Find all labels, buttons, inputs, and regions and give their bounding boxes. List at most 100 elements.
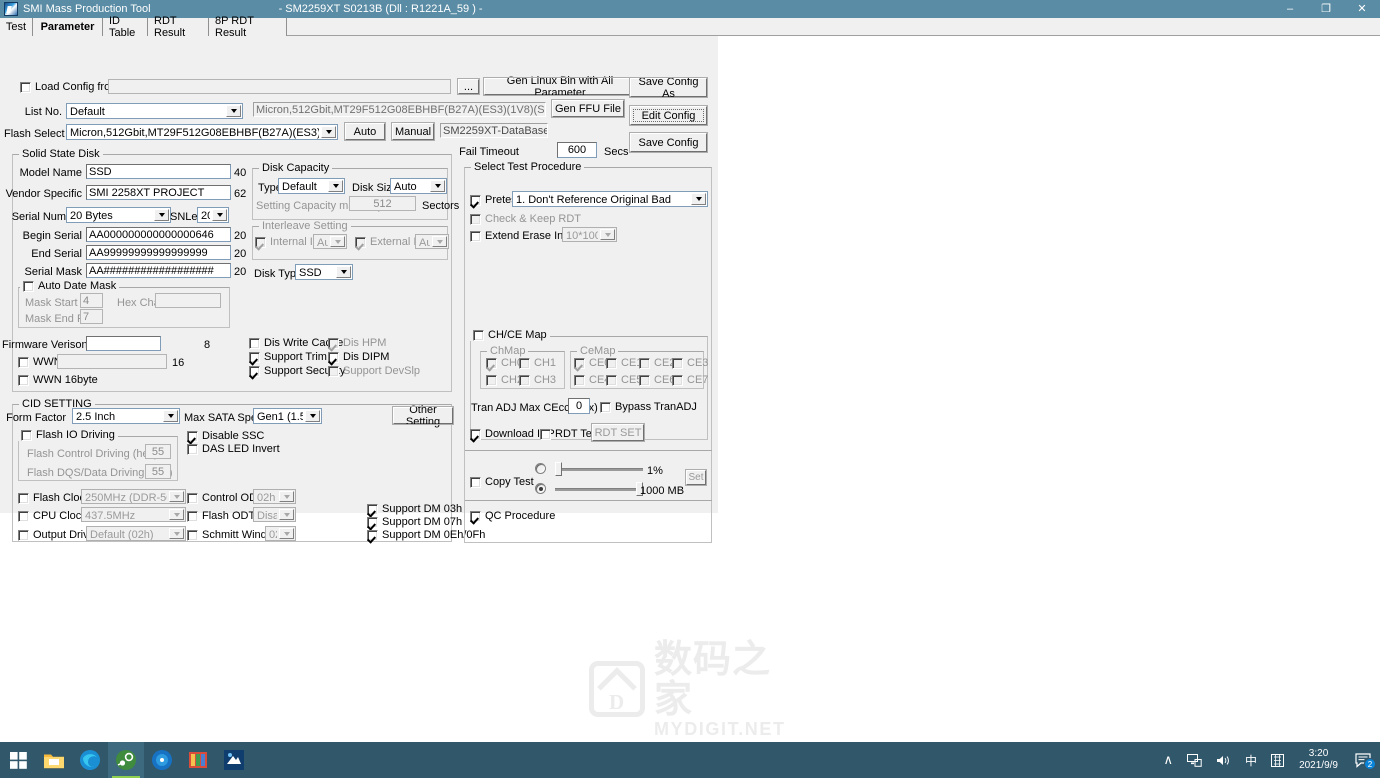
disk-type-select[interactable]: SSD	[295, 264, 353, 280]
flash-dqs-driving-input[interactable]: 55	[145, 464, 171, 479]
max-sata-speed-select[interactable]: Gen1 (1.5Gb)	[253, 408, 322, 424]
check-keep-rdt-checkbox[interactable]: Check & Keep RDT	[470, 213, 581, 225]
copy-test-size-radio[interactable]	[535, 483, 546, 494]
ce6-checkbox[interactable]: CE6	[639, 374, 675, 386]
ime-mode-icon[interactable]	[1264, 742, 1291, 778]
ch-ce-map-checkbox[interactable]: CH/CE Map	[470, 329, 550, 341]
clock[interactable]: 3:20 2021/9/9	[1291, 742, 1346, 778]
pretest-select[interactable]: 1. Don't Reference Original Bad	[512, 191, 708, 207]
ce7-checkbox[interactable]: CE7	[672, 374, 708, 386]
ce1-checkbox[interactable]: CE1	[606, 357, 642, 369]
flash-clock-checkbox[interactable]: Flash Clock	[18, 492, 90, 504]
support-trim-checkbox[interactable]: Support Trim	[249, 351, 327, 363]
minimize-icon[interactable]: –	[1272, 0, 1308, 18]
rdt-set-button[interactable]: RDT SET	[591, 423, 645, 442]
tab-8p-rdt-result[interactable]: 8P RDT Result	[209, 15, 287, 39]
gen-linux-bin-button[interactable]: Gen Linux Bin with All Parameter	[483, 75, 637, 99]
form-factor-select[interactable]: 2.5 Inch	[72, 408, 180, 424]
ch1-checkbox[interactable]: CH1	[519, 357, 556, 369]
ce2-checkbox[interactable]: CE2	[639, 357, 675, 369]
support-devslp-checkbox[interactable]: Support DevSlp	[328, 365, 420, 377]
cpu-clock-select[interactable]: 437.5MHz	[81, 507, 186, 522]
setting-capacity-input[interactable]: 512	[349, 196, 416, 211]
fail-timeout-input[interactable]: 600	[557, 142, 597, 158]
wwn-checkbox[interactable]: WWN	[18, 356, 62, 368]
other-setting-button[interactable]: Other Setting	[392, 404, 454, 428]
maximize-icon[interactable]: ❐	[1308, 0, 1344, 18]
tab-rdt-result[interactable]: RDT Result	[148, 15, 209, 39]
control-odt-select[interactable]: 02h	[253, 489, 296, 504]
extend-erase-interval-select[interactable]: 10*100us	[562, 227, 617, 242]
notification-center-button[interactable]: 2	[1346, 742, 1380, 778]
qc-procedure-checkbox[interactable]: QC Procedure	[470, 510, 555, 522]
hex-char-input[interactable]	[155, 293, 221, 308]
capacity-type-select[interactable]: Default	[278, 178, 345, 194]
dis-hpm-checkbox[interactable]: Dis HPM	[328, 337, 386, 349]
ce0-checkbox[interactable]: CE0	[574, 357, 610, 369]
ce5-checkbox[interactable]: CE5	[606, 374, 642, 386]
wwn-input[interactable]	[57, 354, 167, 369]
flash-odt-select[interactable]: Disable	[253, 507, 296, 522]
copy-test-percent-slider[interactable]	[555, 462, 643, 476]
mask-end-pos-input[interactable]: 7	[80, 309, 103, 324]
close-icon[interactable]: ✕	[1344, 0, 1380, 18]
media-player-button[interactable]	[144, 742, 180, 778]
snlen-select[interactable]: 20	[197, 207, 229, 223]
flash-io-driving-checkbox[interactable]: Flash IO Driving	[18, 429, 118, 441]
winrar-button[interactable]	[180, 742, 216, 778]
output-driving-select[interactable]: Default (02h)	[86, 526, 186, 541]
browse-button[interactable]: ...	[457, 78, 480, 95]
wwn-16byte-checkbox[interactable]: WWN 16byte	[18, 374, 98, 386]
end-serial-input[interactable]: AA99999999999999999	[86, 245, 231, 260]
network-icon[interactable]	[1180, 742, 1209, 778]
ch2-checkbox[interactable]: CH2	[486, 374, 523, 386]
tray-chevron-up-icon[interactable]: ∧	[1157, 742, 1181, 778]
dis-dipm-checkbox[interactable]: Dis DIPM	[328, 351, 389, 363]
flash-clock-select[interactable]: 250MHz (DDR-500)	[81, 489, 186, 504]
copy-test-set-button[interactable]: Set	[685, 469, 707, 486]
file-explorer-button[interactable]	[36, 742, 72, 778]
flash-select-combo[interactable]: Micron,512Gbit,MT29F512G08EBHBF(B27A)(ES…	[66, 124, 338, 140]
volume-icon[interactable]	[1209, 742, 1238, 778]
flash-odt-checkbox[interactable]: Flash ODT	[187, 510, 255, 522]
ce4-checkbox[interactable]: CE4	[574, 374, 610, 386]
bypass-tranadj-checkbox[interactable]: Bypass TranADJ	[600, 401, 697, 413]
internal-intlv-select[interactable]: Auto	[313, 234, 347, 249]
edit-config-button[interactable]: Edit Config	[629, 105, 708, 126]
serial-number-select[interactable]: 20 Bytes	[66, 207, 171, 223]
ch0-checkbox[interactable]: CH0	[486, 357, 523, 369]
list-no-select[interactable]: Default	[66, 103, 243, 119]
save-config-button[interactable]: Save Config	[629, 132, 708, 153]
begin-serial-input[interactable]: AA000000000000000646	[86, 227, 231, 242]
firmware-version-input[interactable]	[86, 336, 161, 351]
external-intlv-select[interactable]: Auto	[415, 234, 449, 249]
manual-button[interactable]: Manual	[391, 122, 435, 141]
ce3-checkbox[interactable]: CE3	[672, 357, 708, 369]
auto-date-mask-checkbox[interactable]: Auto Date Mask	[20, 280, 120, 292]
tab-test[interactable]: Test	[0, 18, 33, 36]
start-button[interactable]	[0, 742, 36, 778]
gen-ffu-file-button[interactable]: Gen FFU File	[551, 99, 625, 118]
smi-tool-button[interactable]	[216, 742, 252, 778]
load-config-checkbox[interactable]: Load Config from	[20, 81, 119, 93]
disable-ssc-checkbox[interactable]: Disable SSC	[187, 430, 264, 442]
save-config-as-button[interactable]: Save Config As	[629, 76, 708, 100]
vendor-specific-input[interactable]: SMI 2258XT PROJECT	[86, 185, 231, 200]
tab-id-table[interactable]: ID Table	[103, 15, 148, 39]
copy-test-percent-radio[interactable]	[535, 463, 546, 474]
ime-language-icon[interactable]: 中	[1238, 742, 1264, 778]
tran-adj-input[interactable]: 0	[568, 398, 590, 414]
copy-test-size-slider[interactable]	[555, 482, 643, 496]
support-dm-07h-checkbox[interactable]: Support DM 07h	[367, 516, 462, 528]
microsoft-edge-button[interactable]	[72, 742, 108, 778]
ch3-checkbox[interactable]: CH3	[519, 374, 556, 386]
slider-thumb[interactable]	[555, 462, 562, 476]
mask-start-pos-input[interactable]: 4	[80, 293, 103, 308]
das-led-invert-checkbox[interactable]: DAS LED Invert	[187, 443, 280, 455]
steam-button[interactable]	[108, 742, 144, 778]
auto-button[interactable]: Auto	[344, 122, 386, 141]
cpu-clock-checkbox[interactable]: CPU Clock	[18, 510, 87, 522]
tab-parameter[interactable]: Parameter	[33, 18, 103, 36]
disk-size-select[interactable]: Auto	[390, 178, 447, 194]
load-config-path-input[interactable]	[108, 79, 451, 94]
